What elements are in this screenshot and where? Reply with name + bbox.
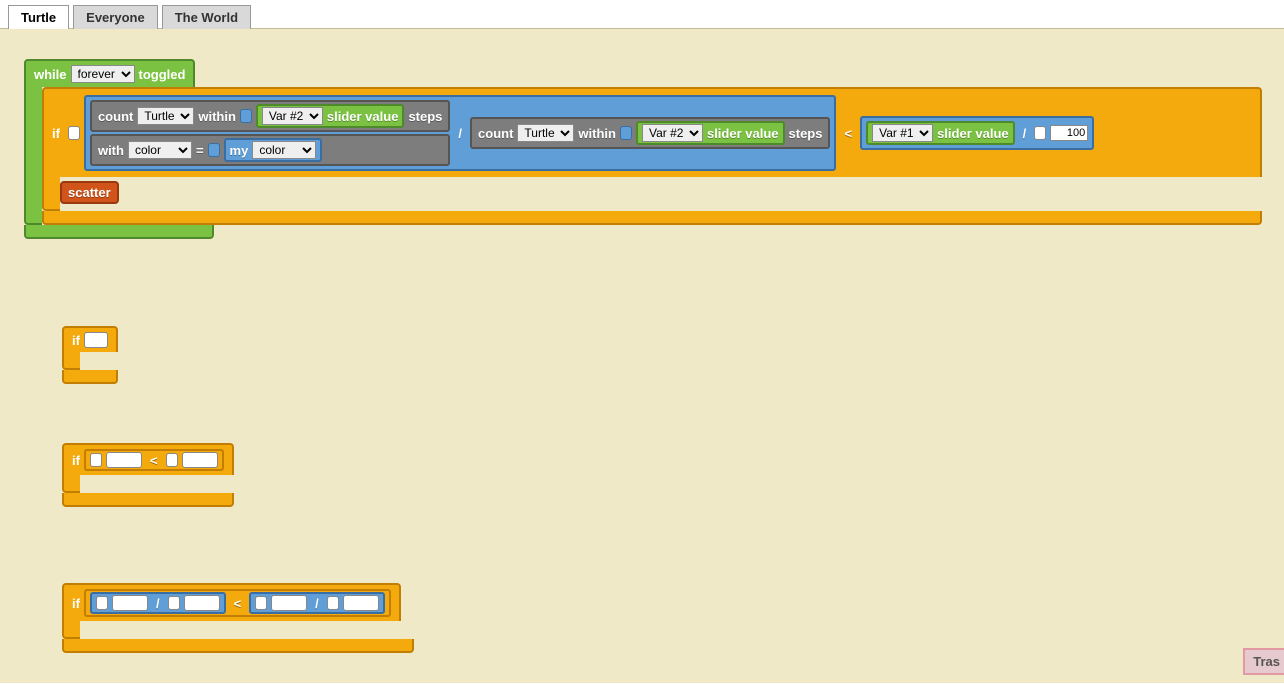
divide-right-wrapper[interactable]: Var #1 slider value / <box>860 116 1094 150</box>
if-div-foot <box>62 639 414 653</box>
if-empty-side <box>62 352 80 370</box>
if-empty-label: if <box>72 333 80 348</box>
if-empty-foot <box>62 370 118 384</box>
div-right[interactable]: / <box>249 592 385 614</box>
lt-arg1-socket <box>90 453 102 467</box>
count-breed-select-2[interactable]: Turtle <box>517 124 574 142</box>
if-empty-head[interactable]: if <box>62 326 118 352</box>
var2-slider-1[interactable]: Var #2 slider value <box>256 104 405 128</box>
my-color-block[interactable]: my color <box>224 138 323 162</box>
slider-value-label-3: slider value <box>937 126 1009 141</box>
if-div-lt-div-block[interactable]: if / < / <box>62 583 414 653</box>
div-left[interactable]: / <box>90 592 226 614</box>
trash-area[interactable]: Tras <box>1243 648 1284 675</box>
eq-label: = <box>196 143 204 158</box>
var1-slider[interactable]: Var #1 slider value <box>866 121 1015 145</box>
divL-b-slot[interactable] <box>184 595 220 611</box>
scatter-label: scatter <box>68 185 111 200</box>
count-label: count <box>98 109 133 124</box>
divL-a-socket <box>96 596 108 610</box>
while-side <box>24 87 42 225</box>
within-socket-icon <box>240 109 252 123</box>
count-block-2[interactable]: count Turtle within Var #2 slider value … <box>470 117 830 149</box>
tab-bar: Turtle Everyone The World <box>0 0 1284 29</box>
num-socket-icon <box>1034 126 1046 140</box>
lt-op-main: < <box>840 126 856 141</box>
scatter-block[interactable]: scatter <box>60 181 119 204</box>
if-lt-label: if <box>72 453 80 468</box>
constant-100-input[interactable] <box>1050 125 1088 141</box>
while-foot <box>24 225 214 239</box>
if-lt-side <box>62 475 80 493</box>
if-label: if <box>52 126 60 141</box>
with-trait-select[interactable]: color <box>128 141 192 159</box>
bool-socket-icon <box>68 126 80 140</box>
divR-a-socket <box>255 596 267 610</box>
lt-arg2-slot[interactable] <box>182 452 218 468</box>
var1-select[interactable]: Var #1 <box>872 124 933 142</box>
within-label: within <box>198 109 236 124</box>
count-label-2: count <box>478 126 513 141</box>
divide-op-2: / <box>1019 126 1031 141</box>
divide-left-wrapper[interactable]: count Turtle within Var #2 slider value … <box>84 95 837 171</box>
if-div-label: if <box>72 596 80 611</box>
if-main-head[interactable]: if count Turtle within <box>42 87 1262 177</box>
divR-a-slot[interactable] <box>271 595 307 611</box>
div-op-L: / <box>152 596 164 611</box>
trait-socket-icon <box>208 143 220 157</box>
divR-b-socket <box>327 596 339 610</box>
within-label-2: within <box>578 126 616 141</box>
divL-b-socket <box>168 596 180 610</box>
divL-a-slot[interactable] <box>112 595 148 611</box>
count-block-1[interactable]: count Turtle within Var #2 slider value … <box>90 100 450 132</box>
steps-label-2: steps <box>789 126 823 141</box>
var2-select-1[interactable]: Var #2 <box>262 107 323 125</box>
trash-label: Tras <box>1253 654 1280 669</box>
lt-op-float: < <box>146 453 162 468</box>
within-socket-icon-2 <box>620 126 632 140</box>
slider-value-label: slider value <box>327 109 399 124</box>
slider-value-label-2: slider value <box>707 126 779 141</box>
divR-b-slot[interactable] <box>343 595 379 611</box>
lt-arg2-socket <box>166 453 178 467</box>
if-empty-block[interactable]: if <box>62 326 118 384</box>
var2-select-2[interactable]: Var #2 <box>642 124 703 142</box>
while-block[interactable]: while forever toggled if <box>24 59 1284 239</box>
toggled-label: toggled <box>139 67 186 82</box>
my-label: my <box>230 143 249 158</box>
while-label: while <box>34 67 67 82</box>
while-mode-select[interactable]: forever <box>71 65 135 83</box>
if-side <box>42 177 60 211</box>
if-lt-foot <box>62 493 234 507</box>
lt-arg1-slot[interactable] <box>106 452 142 468</box>
lt-op-float2: < <box>230 596 246 611</box>
div-op-R: / <box>311 596 323 611</box>
count-breed-select-1[interactable]: Turtle <box>137 107 194 125</box>
with-label: with <box>98 143 124 158</box>
bool-slot-empty[interactable] <box>84 332 108 348</box>
steps-label: steps <box>408 109 442 124</box>
if-lt-block[interactable]: if < <box>62 443 234 507</box>
if-main-block[interactable]: if count Turtle within <box>42 87 1262 225</box>
if-div-lt-div-head[interactable]: if / < / <box>62 583 401 621</box>
tab-everyone[interactable]: Everyone <box>73 5 158 29</box>
tab-turtle[interactable]: Turtle <box>8 5 69 29</box>
var2-slider-2[interactable]: Var #2 slider value <box>636 121 785 145</box>
tab-the-world[interactable]: The World <box>162 5 251 29</box>
workspace-canvas[interactable]: while forever toggled if <box>0 29 1284 683</box>
if-div-side <box>62 621 80 639</box>
my-trait-select[interactable]: color <box>252 141 316 159</box>
lt-predicate[interactable]: < <box>84 449 224 471</box>
with-trait-block[interactable]: with color = my color <box>90 134 450 166</box>
lt-of-divs[interactable]: / < / <box>84 589 391 617</box>
if-lt-head[interactable]: if < <box>62 443 234 475</box>
if-foot <box>42 211 1262 225</box>
divide-op-1: / <box>454 126 466 141</box>
while-head[interactable]: while forever toggled <box>24 59 195 87</box>
